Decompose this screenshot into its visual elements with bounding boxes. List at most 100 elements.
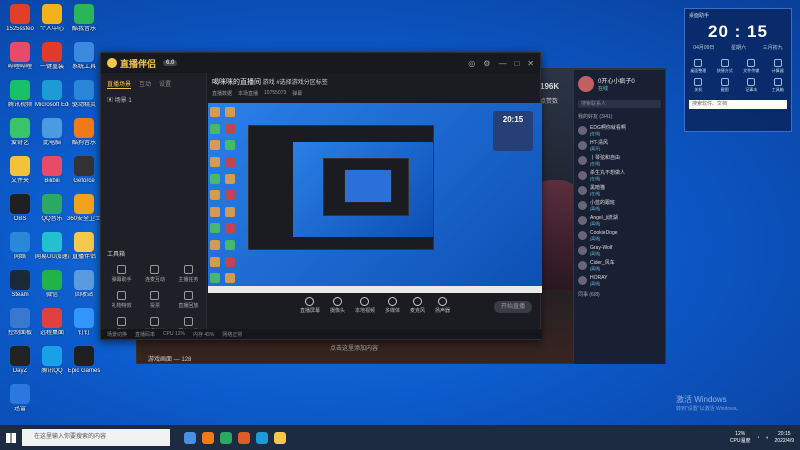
taskbar-clock[interactable]: 20:15 2022/4/9 xyxy=(775,431,794,445)
desktop-icon[interactable]: 个人中心 xyxy=(36,4,68,33)
stream-preview[interactable]: 20:15 xyxy=(208,103,542,293)
desktop-icon[interactable]: 系统工具 xyxy=(68,42,100,71)
friend-group-header[interactable]: 我的好友 (3/41) xyxy=(574,110,665,123)
start-button[interactable] xyxy=(0,425,22,450)
desktop-icon-label: Epic Games xyxy=(67,368,101,374)
source-control-button[interactable]: 本地视频 xyxy=(355,297,375,319)
maximize-icon[interactable]: □ xyxy=(514,59,519,68)
desktop-icon[interactable]: QQ音乐 xyxy=(36,194,68,223)
tool-button[interactable]: 礼物特效 xyxy=(105,291,138,309)
close-icon[interactable]: ✕ xyxy=(527,59,534,68)
network-icon[interactable]: ◔ xyxy=(756,435,759,441)
widget-shortcut[interactable]: 快捷方式 xyxy=(712,59,739,74)
settings-icon[interactable]: ⚙ xyxy=(483,59,490,68)
game-hint-text[interactable]: 点击这里添加内容 xyxy=(330,343,378,352)
sub-info-item[interactable]: 直播数据 xyxy=(212,90,232,97)
friend-group-header[interactable]: 同事 (6/8) xyxy=(574,288,665,301)
widget-shortcut[interactable]: 关机 xyxy=(685,78,712,93)
desktop-icon[interactable]: OBS xyxy=(4,194,36,223)
desktop-icon[interactable]: 驱动精灵 xyxy=(68,80,100,109)
friend-list-item[interactable]: 丨琴弦和自由 [在线] xyxy=(574,153,665,168)
desktop-icon[interactable]: Microsoft Edge xyxy=(35,80,69,109)
desktop-icon[interactable]: Bilibili xyxy=(36,156,68,185)
avatar[interactable] xyxy=(578,76,594,92)
minimize-icon[interactable]: — xyxy=(498,59,506,68)
taskbar-app-icon[interactable] xyxy=(184,431,196,444)
widget-shortcut[interactable]: 工具箱 xyxy=(765,78,792,93)
source-control-button[interactable]: 扬声器 xyxy=(435,297,450,319)
desktop-icon[interactable]: 微信 xyxy=(36,270,68,299)
desktop-icon[interactable]: 控制面板 xyxy=(4,308,36,337)
desktop-icon[interactable]: 一键重装 xyxy=(36,42,68,71)
friend-list-item[interactable]: 黑暗猫 [在线] xyxy=(574,183,665,198)
widget-shortcut[interactable]: 桌面整理 xyxy=(685,59,712,74)
contact-search-input[interactable]: 搜索联系人 xyxy=(578,100,661,108)
tab-interact[interactable]: 互动 xyxy=(139,79,151,89)
notification-icon[interactable]: ◎ xyxy=(468,59,475,68)
taskbar-app-icon[interactable] xyxy=(220,431,232,444)
source-control-button[interactable]: 直播屏幕 xyxy=(300,297,320,319)
widget-shortcut[interactable]: 文件传输 xyxy=(738,59,765,74)
tool-button[interactable]: 投票 xyxy=(138,291,171,309)
tab-scene[interactable]: 直播场景 xyxy=(107,79,132,89)
chat-user-status[interactable]: 在线 xyxy=(598,85,635,92)
widget-search-input[interactable]: 搜索软件、文档 xyxy=(689,100,787,109)
desktop-icon[interactable]: 1525ssfeo xyxy=(4,4,36,33)
desktop-icon[interactable]: 网易UU加速器 xyxy=(35,232,69,261)
desktop-icon[interactable]: Epic Games xyxy=(68,346,100,375)
source-control-button[interactable]: 多媒体 xyxy=(385,297,400,319)
tool-button[interactable]: 弹幕助手 xyxy=(105,265,138,283)
taskbar-app-icon[interactable] xyxy=(256,431,268,444)
desktop-icon[interactable]: Steam xyxy=(4,270,36,299)
taskbar-app-icon[interactable] xyxy=(202,431,214,444)
desktop-icon[interactable]: 网络 xyxy=(4,232,36,261)
start-live-button[interactable]: 开始直播 xyxy=(494,301,532,313)
widget-shortcut[interactable]: 计算器 xyxy=(765,59,792,74)
taskbar-app-icon[interactable] xyxy=(238,431,250,444)
taskbar-app-icon[interactable] xyxy=(274,431,286,444)
friend-list-item[interactable]: EDG啊你就看啊 [在线] xyxy=(574,123,665,138)
desktop-icon[interactable]: 此电脑 xyxy=(36,118,68,147)
desktop-icon[interactable]: 迅雷 xyxy=(4,384,36,413)
desktop-icon[interactable]: 360安全卫士 xyxy=(67,194,101,223)
stream-title[interactable]: 喝咪咪的直播间 xyxy=(212,79,261,86)
friend-list-item[interactable]: 小蓝的跟班 [离线] xyxy=(574,198,665,213)
source-control-button[interactable]: 麦克风 xyxy=(410,297,425,319)
source-control-button[interactable]: 摄像头 xyxy=(330,297,345,319)
friend-list-item[interactable]: Angel_ji流湖 [离线] xyxy=(574,213,665,228)
desktop-icon[interactable]: 文件夹 xyxy=(4,156,36,185)
friend-list-item[interactable]: HORAY [离线] xyxy=(574,273,665,288)
desktop-icon[interactable]: 腾讯QQ xyxy=(36,346,68,375)
tool-button[interactable]: 主播任务 xyxy=(172,265,205,283)
desktop-icon[interactable]: 酷我音乐 xyxy=(68,4,100,33)
desktop-icon[interactable]: 钉钉 xyxy=(68,308,100,337)
friend-list-item[interactable]: 杀生丸不想做人 [在线] xyxy=(574,168,665,183)
desktop-icon[interactable]: 回收站 xyxy=(68,270,100,299)
tab-settings[interactable]: 设置 xyxy=(159,79,171,89)
taskbar-search-input[interactable]: 在这里输入你要搜索的内容 xyxy=(22,429,170,446)
tool-button[interactable]: 连麦互动 xyxy=(138,265,171,283)
streaming-app-window[interactable]: 直播伴侣 6.0 ◎ ⚙ — □ ✕ 直播场景 互动 设置 ▣ 场景 1 工具箱… xyxy=(100,52,542,340)
desktop-icon[interactable]: Geforce xyxy=(68,156,100,185)
scene-item[interactable]: ▣ 场景 1 xyxy=(101,92,206,107)
desktop-icon[interactable]: DayZ xyxy=(4,346,36,375)
desktop-icon[interactable]: 爱奇艺 xyxy=(4,118,36,147)
cpu-temp-indicator[interactable]: 12% CPU温度 xyxy=(730,431,751,445)
friend-list-item[interactable]: HT-清风 [离开] xyxy=(574,138,665,153)
desktop-icon[interactable]: 酷狗音乐 xyxy=(68,118,100,147)
category-selector[interactable]: #选择游戏分区标签 xyxy=(276,80,327,86)
chat-panel[interactable]: 0开心小疯子0 在线 搜索联系人 我的好友 (3/41) EDG啊你就看啊 [在线… xyxy=(573,70,665,364)
widget-shortcut[interactable]: 记事本 xyxy=(738,78,765,93)
desktop-icon[interactable]: 远程桌面 xyxy=(36,308,68,337)
desktop-icon[interactable]: 直播伴侣 xyxy=(68,232,100,261)
widget-shortcut[interactable]: 截图 xyxy=(712,78,739,93)
tool-button[interactable]: 直播回放 xyxy=(172,291,205,309)
desktop-icon[interactable]: 腾讯视频 xyxy=(4,80,36,109)
friend-list-item[interactable]: Gray-Wolf [离线] xyxy=(574,243,665,258)
tool-icon xyxy=(183,291,193,300)
desktop-icon[interactable]: 哔哩哔哩 xyxy=(4,42,36,71)
desktop-widget[interactable]: 桌面助手 20 : 15 04月09日 星期六 三月初九 桌面整理 快捷方式 文件传… xyxy=(684,8,792,132)
volume-icon[interactable]: ◖ xyxy=(766,435,769,441)
friend-list-item[interactable]: CookieDoge [离线] xyxy=(574,228,665,243)
friend-list-item[interactable]: Cider_风车 [离线] xyxy=(574,258,665,273)
